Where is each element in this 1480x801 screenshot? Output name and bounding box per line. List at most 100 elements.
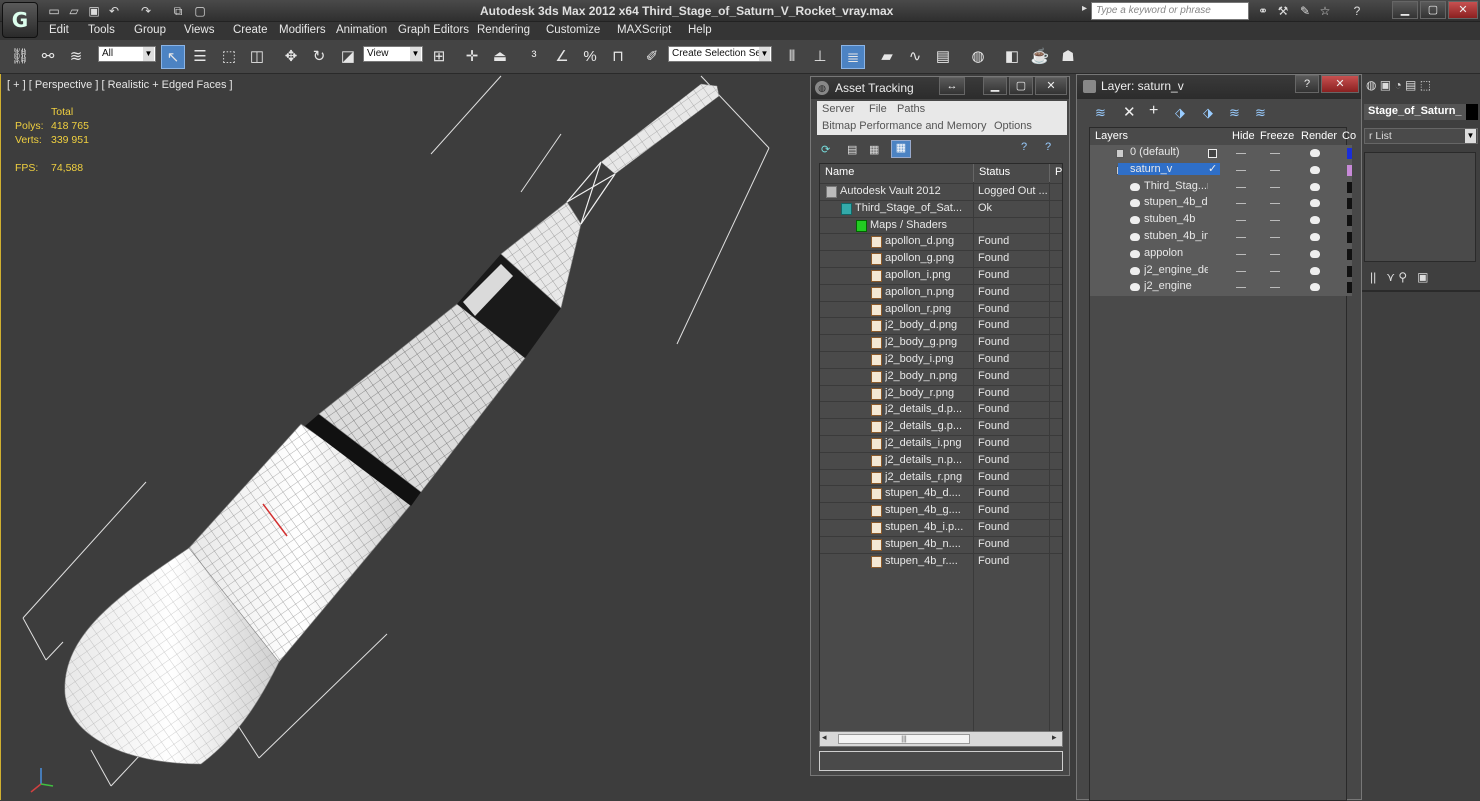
asset-menu-options[interactable]: Options [994, 120, 1032, 132]
asset-row[interactable]: j2_details_i.png Found [820, 435, 1062, 452]
select-by-name-icon[interactable]: ☰ [188, 45, 212, 69]
asset-row[interactable]: j2_body_d.png Found [820, 317, 1062, 334]
menu-edit[interactable]: Edit [49, 24, 69, 36]
refresh-icon[interactable]: ⟳ [821, 143, 830, 156]
layer-row[interactable]: j2_engine_detail [1090, 262, 1352, 280]
layer-row[interactable]: Third_Stag...rn_ [1090, 178, 1352, 196]
layer-row[interactable]: stupen_4b_deta [1090, 195, 1352, 213]
freeze-toggle[interactable] [1270, 220, 1280, 222]
layer-color-swatch[interactable] [1347, 282, 1352, 294]
named-selection-dropdown[interactable]: Create Selection Se ▼ [668, 46, 772, 62]
asset-row[interactable]: stupen_4b_n.... Found [820, 535, 1062, 553]
layer-color-swatch[interactable] [1347, 148, 1352, 159]
asset-tracking-titlebar[interactable]: ◍ Asset Tracking ↔ ▁ ▢ ✕ [811, 77, 1069, 99]
close-button[interactable]: ✕ [1448, 1, 1478, 19]
align-icon[interactable]: ⊥ [808, 45, 832, 69]
command-panel-tabs[interactable]: ◍ ▣ ◔ ▤ ⬚ [1366, 78, 1476, 96]
layer-row[interactable]: stuben_4b_insid [1090, 229, 1352, 246]
hide-unhide-all-icon[interactable]: ≋ [1229, 105, 1240, 121]
schematic-view-icon[interactable]: ▤ [931, 45, 955, 69]
modifier-stack[interactable] [1364, 152, 1476, 262]
app-logo-icon[interactable]: G [2, 2, 38, 38]
asset-help-icon[interactable]: ? [1021, 141, 1027, 153]
binoculars-icon[interactable]: ⚭ [1254, 3, 1272, 19]
layer-row[interactable]: j2_engine [1090, 279, 1352, 297]
menu-rendering[interactable]: Rendering [477, 24, 530, 36]
asset-row[interactable]: Maps / Shaders [820, 216, 1062, 234]
hide-toggle[interactable] [1236, 153, 1246, 154]
curve-editor-icon[interactable]: ∿ [903, 45, 927, 69]
freeze-unfreeze-all-icon[interactable]: ≋ [1255, 105, 1266, 121]
layer-color-swatch[interactable] [1347, 181, 1352, 193]
asset-row[interactable]: apollon_r.png Found [820, 300, 1062, 318]
favorites-star-icon[interactable]: ☆ [1316, 3, 1334, 19]
hide-toggle[interactable] [1236, 270, 1246, 272]
scroll-right-icon[interactable]: ▸ [1052, 732, 1057, 743]
add-selected-icon[interactable]: + [1149, 102, 1158, 120]
asset-row[interactable]: apollon_i.png Found [820, 267, 1062, 284]
current-layer-checkbox[interactable] [1208, 149, 1217, 158]
render-teapot-icon[interactable] [1310, 249, 1320, 258]
project-folder-icon[interactable]: ▢ [192, 3, 208, 19]
asset-row[interactable]: stupen_4b_r.... Found [820, 552, 1062, 570]
render-frame-icon[interactable]: ☕ [1028, 45, 1052, 69]
undo-icon[interactable]: ↶ [106, 3, 122, 19]
hide-toggle[interactable] [1236, 186, 1246, 188]
help-icon[interactable]: ? [1348, 3, 1366, 19]
hide-toggle[interactable] [1236, 237, 1246, 238]
asset-row[interactable]: j2_body_r.png Found [820, 384, 1062, 402]
layer-row[interactable]: saturn_v ✓ [1090, 161, 1352, 179]
asset-row[interactable]: j2_details_g.p... Found [820, 418, 1062, 435]
asset-row[interactable]: j2_details_r.png Found [820, 468, 1062, 486]
menu-create[interactable]: Create [233, 24, 268, 36]
object-color-swatch[interactable] [1466, 104, 1478, 120]
layer-titlebar[interactable]: Layer: saturn_v ? ✕ [1077, 75, 1361, 99]
menu-maxscript[interactable]: MAXScript [617, 24, 671, 36]
thumbnail-view-icon[interactable]: ▦ [869, 143, 879, 156]
mirror-icon[interactable]: ⫴ [780, 45, 804, 69]
asset-row[interactable]: j2_details_d.p... Found [820, 401, 1062, 418]
layer-col-layers[interactable]: Layers [1095, 130, 1128, 142]
menu-tools[interactable]: Tools [88, 24, 115, 36]
asset-list[interactable]: Name Status Pr Autodesk Vault 2012 Logged… [819, 163, 1063, 733]
select-object-icon[interactable]: ↖ [161, 45, 185, 69]
freeze-toggle[interactable] [1270, 169, 1280, 171]
menu-animation[interactable]: Animation [336, 24, 387, 36]
rectangular-selection-icon[interactable]: ⬚ [217, 45, 241, 69]
freeze-toggle[interactable] [1270, 237, 1280, 238]
unlink-icon[interactable]: ⚯ [36, 45, 60, 69]
asset-menu-paths[interactable]: Paths [897, 103, 925, 115]
scroll-left-icon[interactable]: ◂ [822, 732, 827, 743]
freeze-toggle[interactable] [1270, 153, 1280, 154]
render-teapot-icon[interactable] [1310, 216, 1320, 225]
asset-row[interactable]: j2_body_i.png Found [820, 351, 1062, 368]
list-view-icon[interactable]: ▤ [847, 143, 857, 156]
percent-snap-icon[interactable]: % [578, 45, 602, 69]
menu-customize[interactable]: Customize [546, 24, 600, 36]
pivot-center-icon[interactable]: ⊞ [427, 45, 451, 69]
render-production-icon[interactable]: ☗ [1056, 45, 1080, 69]
asset-row[interactable]: j2_body_g.png Found [820, 334, 1062, 351]
hide-toggle[interactable] [1236, 287, 1246, 289]
select-objects-in-layer-icon[interactable]: ⬗ [1175, 105, 1185, 121]
layer-col-render[interactable]: Render [1301, 130, 1337, 142]
hide-toggle[interactable] [1236, 203, 1246, 205]
asset-maximize-button[interactable]: ▢ [1009, 77, 1033, 95]
reference-coordinate-dropdown[interactable]: View ▼ [363, 46, 423, 62]
layer-close-button[interactable]: ✕ [1321, 75, 1359, 93]
dock-toggle-button[interactable]: ↔ [939, 77, 965, 95]
asset-row[interactable]: stupen_4b_g.... Found [820, 502, 1062, 519]
save-icon[interactable]: ▣ [86, 3, 102, 19]
hide-toggle[interactable] [1236, 220, 1246, 222]
layer-col-hide[interactable]: Hide [1232, 130, 1255, 142]
spinner-snap-icon[interactable]: ⊓ [606, 45, 630, 69]
asset-menu-file[interactable]: File [869, 103, 887, 115]
freeze-toggle[interactable] [1270, 186, 1280, 188]
layer-color-swatch[interactable] [1347, 248, 1352, 260]
selection-filter-dropdown[interactable]: All ▼ [98, 46, 156, 62]
scroll-thumb[interactable]: ||| [838, 734, 970, 744]
freeze-toggle[interactable] [1270, 203, 1280, 205]
asset-row[interactable]: stupen_4b_i.p... Found [820, 519, 1062, 536]
menu-views[interactable]: Views [184, 24, 214, 36]
graphite-tools-icon[interactable]: ▰ [875, 45, 899, 69]
